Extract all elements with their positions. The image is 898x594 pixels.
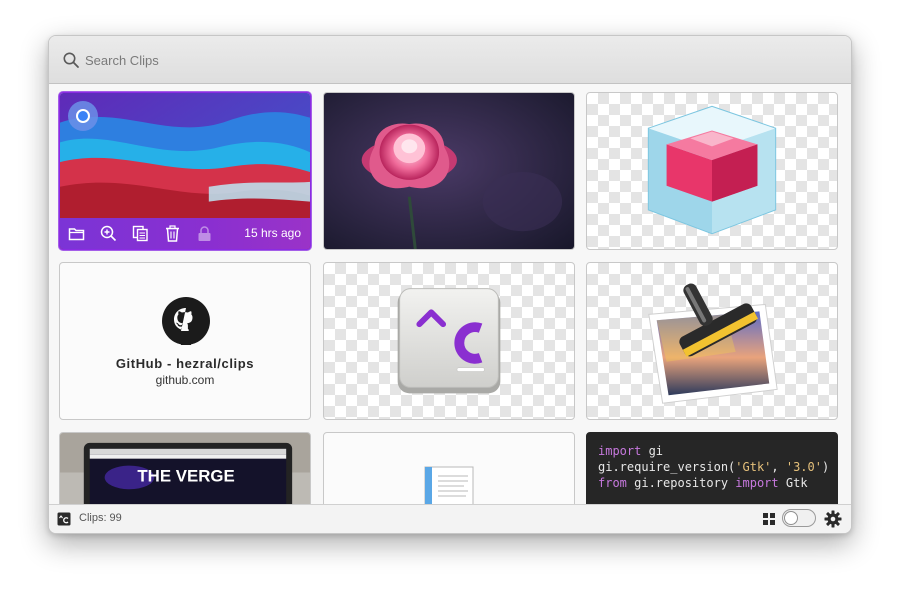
- clips-grid: 15 hrs ago GitHub - hezral/clips github.…: [49, 84, 851, 504]
- clip-timestamp: 15 hrs ago: [244, 226, 301, 240]
- code-token: '3.0': [785, 460, 822, 474]
- lock-icon[interactable]: [196, 225, 213, 242]
- toggle-knob: [784, 511, 798, 525]
- folder-icon[interactable]: [68, 225, 85, 242]
- clip-card-flower-photo[interactable]: [323, 92, 575, 250]
- status-bar: Clips: 99: [49, 504, 851, 533]
- clip-card-document[interactable]: [323, 432, 575, 504]
- link-domain: github.com: [155, 373, 215, 387]
- code-token: Gtk: [778, 476, 808, 490]
- verge-logo: THE VERGE: [137, 466, 234, 485]
- link-title: GitHub - hezral/clips: [115, 356, 255, 371]
- code-token: ): [821, 460, 830, 474]
- clips-count: Clips: 99: [79, 512, 122, 524]
- photo-editor-image: [648, 283, 778, 404]
- code-token: ,: [771, 460, 786, 474]
- search-icon: [63, 52, 79, 68]
- clip-card-code[interactable]: import gi gi.require_version('Gtk', '3.0'…: [586, 432, 838, 504]
- code-token: gi.require_version(: [598, 460, 736, 474]
- code-token: from: [598, 476, 627, 490]
- code-line: import gi: [598, 443, 829, 459]
- settings-gear-icon[interactable]: [824, 510, 842, 528]
- clip-card-wallpaper[interactable]: 15 hrs ago: [59, 92, 311, 250]
- mode-toggle[interactable]: [782, 509, 816, 527]
- code-line: gi.require_version('Gtk', '3.0'): [598, 459, 829, 475]
- search-bar: [49, 36, 851, 84]
- zoom-in-icon[interactable]: [100, 225, 117, 242]
- clip-action-bar: 15 hrs ago: [60, 218, 310, 249]
- code-token: import: [598, 444, 642, 458]
- code-token: import: [735, 476, 779, 490]
- verge-website-image: THE VERGE: [60, 433, 310, 504]
- copy-icon[interactable]: [132, 225, 149, 242]
- flower-image: [324, 93, 574, 249]
- search-input[interactable]: [83, 47, 827, 73]
- trash-icon[interactable]: [164, 225, 181, 242]
- code-snippet: import gi gi.require_version('Gtk', '3.0'…: [598, 443, 829, 491]
- clips-app-icon: [57, 512, 71, 526]
- code-token: gi: [641, 444, 664, 458]
- document-icon: [424, 466, 474, 504]
- clips-app-image: [397, 288, 501, 394]
- cube-image: [647, 105, 777, 235]
- clip-card-github-link[interactable]: GitHub - hezral/clips github.com: [59, 262, 311, 420]
- code-token: 'Gtk': [735, 460, 772, 474]
- clip-card-verge-photo[interactable]: THE VERGE: [59, 432, 311, 504]
- github-icon: [162, 297, 210, 345]
- code-token: gi.repository: [626, 476, 736, 490]
- clip-card-app-icon[interactable]: [323, 262, 575, 420]
- clip-card-editor-icon[interactable]: [586, 262, 838, 420]
- code-line: from gi.repository import Gtk: [598, 475, 829, 491]
- browser-source-icon: [68, 101, 98, 131]
- clips-window: 15 hrs ago: [48, 35, 852, 534]
- grid-view-icon[interactable]: [763, 513, 775, 525]
- clip-card-cube-icon[interactable]: [586, 92, 838, 250]
